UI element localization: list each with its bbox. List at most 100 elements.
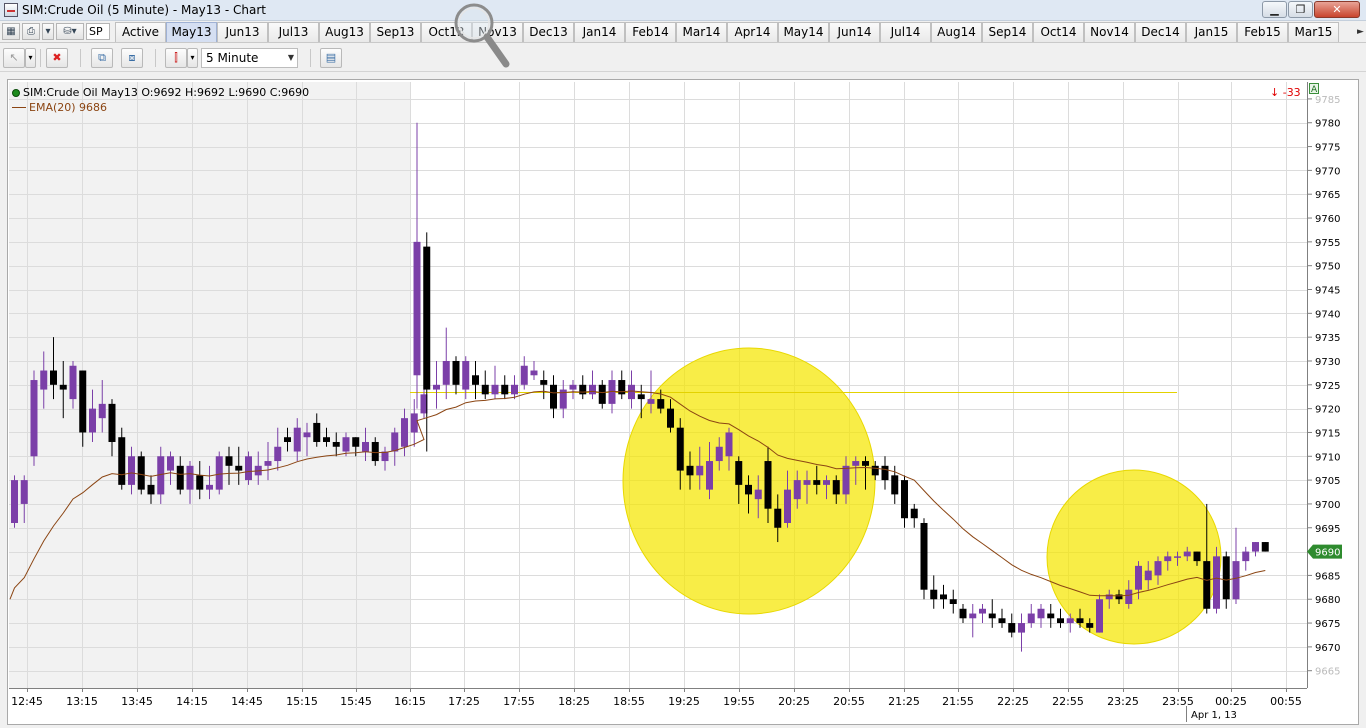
candle-body bbox=[1008, 623, 1016, 633]
last-price-label: 9690 bbox=[1315, 548, 1340, 559]
y-tick-label: 9765 bbox=[1315, 190, 1340, 201]
x-tick-label: 17:25 bbox=[448, 695, 480, 708]
candle-body bbox=[1203, 561, 1211, 609]
x-tick-label: 14:15 bbox=[176, 695, 208, 708]
candle-body bbox=[1018, 623, 1025, 633]
y-tick-label: 9715 bbox=[1315, 428, 1340, 439]
candle-body bbox=[1213, 556, 1220, 609]
candle-body bbox=[520, 365, 528, 385]
candle-body bbox=[462, 360, 470, 390]
chart-legend: SIM:Crude Oil May13 O:9692 H:9692 L:9690… bbox=[12, 86, 309, 116]
candle-body bbox=[881, 465, 889, 481]
chart-window: SIM:Crude Oil (5 Minute) - May13 - Chart… bbox=[0, 0, 1366, 728]
y-tick-label: 9695 bbox=[1315, 524, 1340, 535]
y-tick-label: 9705 bbox=[1315, 476, 1340, 487]
candle-body bbox=[391, 432, 399, 452]
x-tick-label: 19:25 bbox=[668, 695, 700, 708]
x-tick-label: 20:55 bbox=[833, 695, 865, 708]
candle-body bbox=[1193, 551, 1201, 562]
y-tick-label: 9735 bbox=[1315, 333, 1340, 344]
candle-body bbox=[1144, 570, 1152, 581]
candle-body bbox=[401, 418, 408, 447]
candle-body bbox=[998, 618, 1006, 624]
x-tick-label: 16:15 bbox=[394, 695, 426, 708]
y-tick-label: 9680 bbox=[1315, 595, 1340, 606]
candle-body bbox=[1125, 589, 1133, 604]
candle-body bbox=[186, 465, 194, 490]
candle-body bbox=[930, 589, 938, 600]
y-tick-label: 9665 bbox=[1315, 667, 1340, 678]
candle-body bbox=[988, 613, 996, 619]
candle-body bbox=[540, 380, 548, 385]
candle-body bbox=[59, 384, 67, 390]
x-tick-label: 21:55 bbox=[942, 695, 974, 708]
candle-body bbox=[491, 384, 499, 395]
candle-body bbox=[1135, 565, 1142, 590]
candle-body bbox=[89, 408, 96, 433]
candle-body bbox=[754, 489, 762, 500]
y-tick-label: 9675 bbox=[1315, 619, 1340, 630]
candle-body bbox=[452, 360, 460, 385]
candle-body bbox=[667, 408, 674, 428]
candle-body bbox=[342, 437, 350, 452]
y-tick-label: 9725 bbox=[1315, 381, 1340, 392]
x-tick-label: 15:15 bbox=[286, 695, 318, 708]
candle-body bbox=[1242, 551, 1250, 562]
candle-body bbox=[1222, 556, 1230, 600]
candle-body bbox=[530, 370, 538, 376]
candle-body bbox=[11, 480, 18, 523]
y-tick-label: 9770 bbox=[1315, 166, 1340, 177]
candle-body bbox=[774, 508, 782, 528]
candle-body bbox=[949, 599, 957, 604]
candle-body bbox=[862, 461, 869, 466]
candle-body bbox=[589, 384, 596, 395]
x-tick-label: 00:55 bbox=[1270, 695, 1302, 708]
candle-body bbox=[1232, 561, 1240, 600]
candle-body bbox=[803, 480, 811, 485]
legend-symbol-row: SIM:Crude Oil May13 O:9692 H:9692 L:9690… bbox=[12, 86, 309, 101]
x-tick-label: 17:55 bbox=[503, 695, 535, 708]
pnl-value: -33 bbox=[1282, 86, 1301, 99]
legend-ema-text: EMA(20) 9686 bbox=[29, 101, 108, 114]
candle-body bbox=[1164, 556, 1172, 562]
candle-body bbox=[410, 413, 418, 433]
candle-body bbox=[30, 380, 38, 457]
candle-body bbox=[1261, 542, 1269, 552]
candle-body bbox=[1086, 623, 1094, 628]
series-indicator-icon bbox=[12, 89, 20, 97]
candle-body bbox=[137, 456, 145, 490]
candle-body bbox=[40, 370, 48, 390]
candle-body bbox=[910, 508, 918, 519]
x-tick-label: 14:45 bbox=[231, 695, 263, 708]
candle-body bbox=[842, 465, 850, 495]
candle-body bbox=[1047, 613, 1055, 619]
candle-body bbox=[550, 384, 557, 409]
candle-body bbox=[813, 480, 821, 485]
candle-body bbox=[225, 456, 233, 466]
candle-body bbox=[628, 384, 635, 400]
candle-body bbox=[433, 384, 440, 390]
candle-body bbox=[206, 484, 213, 490]
candle-body bbox=[362, 441, 369, 452]
candle-body bbox=[413, 241, 421, 376]
candle-body bbox=[598, 384, 606, 404]
candle-body bbox=[745, 484, 752, 495]
candle-body bbox=[579, 384, 587, 395]
x-tick-label: 23:55 bbox=[1162, 695, 1194, 708]
candle-body bbox=[735, 461, 743, 485]
candle-body bbox=[823, 480, 830, 485]
down-arrow-icon: ↓ bbox=[1270, 86, 1280, 99]
candle-body bbox=[891, 475, 899, 495]
y-tick-label: 9760 bbox=[1315, 214, 1340, 225]
candle-body bbox=[569, 384, 577, 390]
candle-body bbox=[245, 456, 252, 481]
magnifier-icon bbox=[454, 3, 510, 68]
pnl-indicator: ↓ -33 bbox=[1270, 86, 1301, 99]
candle-body bbox=[423, 246, 431, 390]
candle-body bbox=[1154, 561, 1162, 576]
candle-body bbox=[472, 375, 479, 385]
candle-body bbox=[920, 522, 928, 590]
y-tick-label: 9700 bbox=[1315, 500, 1340, 511]
candle-body bbox=[1057, 618, 1064, 624]
ema-line-icon bbox=[12, 107, 26, 108]
